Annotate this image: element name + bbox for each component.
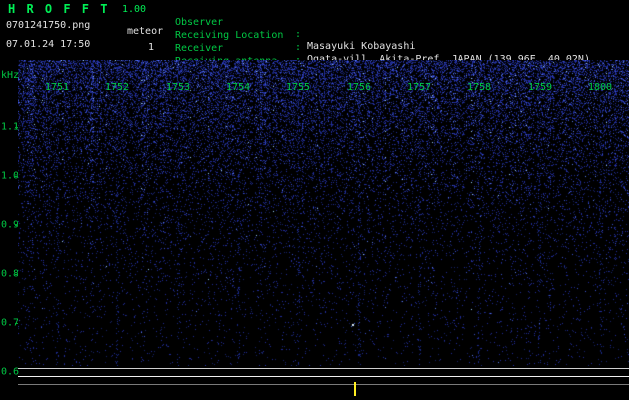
info-row-antenna: Receiving antenna : A504HB(yagi 4el) [0,44,629,91]
info-row-observer: Observer : Masayuki Kobayashi [0,5,629,52]
x-tick-label: 1756 [346,82,372,93]
x-tick-label: 1753 [165,82,191,93]
x-tick-label: 1758 [466,82,492,93]
hrofft-screen: H R O F F T 1.00 0701241750.png meteor 0… [0,0,629,400]
spectrogram-canvas [18,60,629,366]
x-tick-label: 1754 [225,82,251,93]
x-tick-label: 1759 [527,82,553,93]
x-tick-label: 1800 [587,82,613,93]
info-row-location: Receiving Location : Ogata-vill. Akita-P… [0,18,629,65]
x-tick-label: 1751 [44,82,70,93]
spectrogram-plot: 1751 1752 1753 1754 1755 1756 1757 1758 … [0,60,629,400]
level-strip-line [18,368,629,369]
level-strip-line [18,384,629,385]
header: H R O F F T 1.00 0701241750.png meteor 0… [0,0,629,91]
x-tick-label: 1752 [104,82,130,93]
level-strip-line [18,376,629,377]
info-row-receiver: Receiver : ICOM IC-575 53.7492(0LCD)MHz … [0,31,629,78]
x-tick-label: 1755 [285,82,311,93]
echo-marker [354,382,356,396]
x-tick-label: 1757 [406,82,432,93]
